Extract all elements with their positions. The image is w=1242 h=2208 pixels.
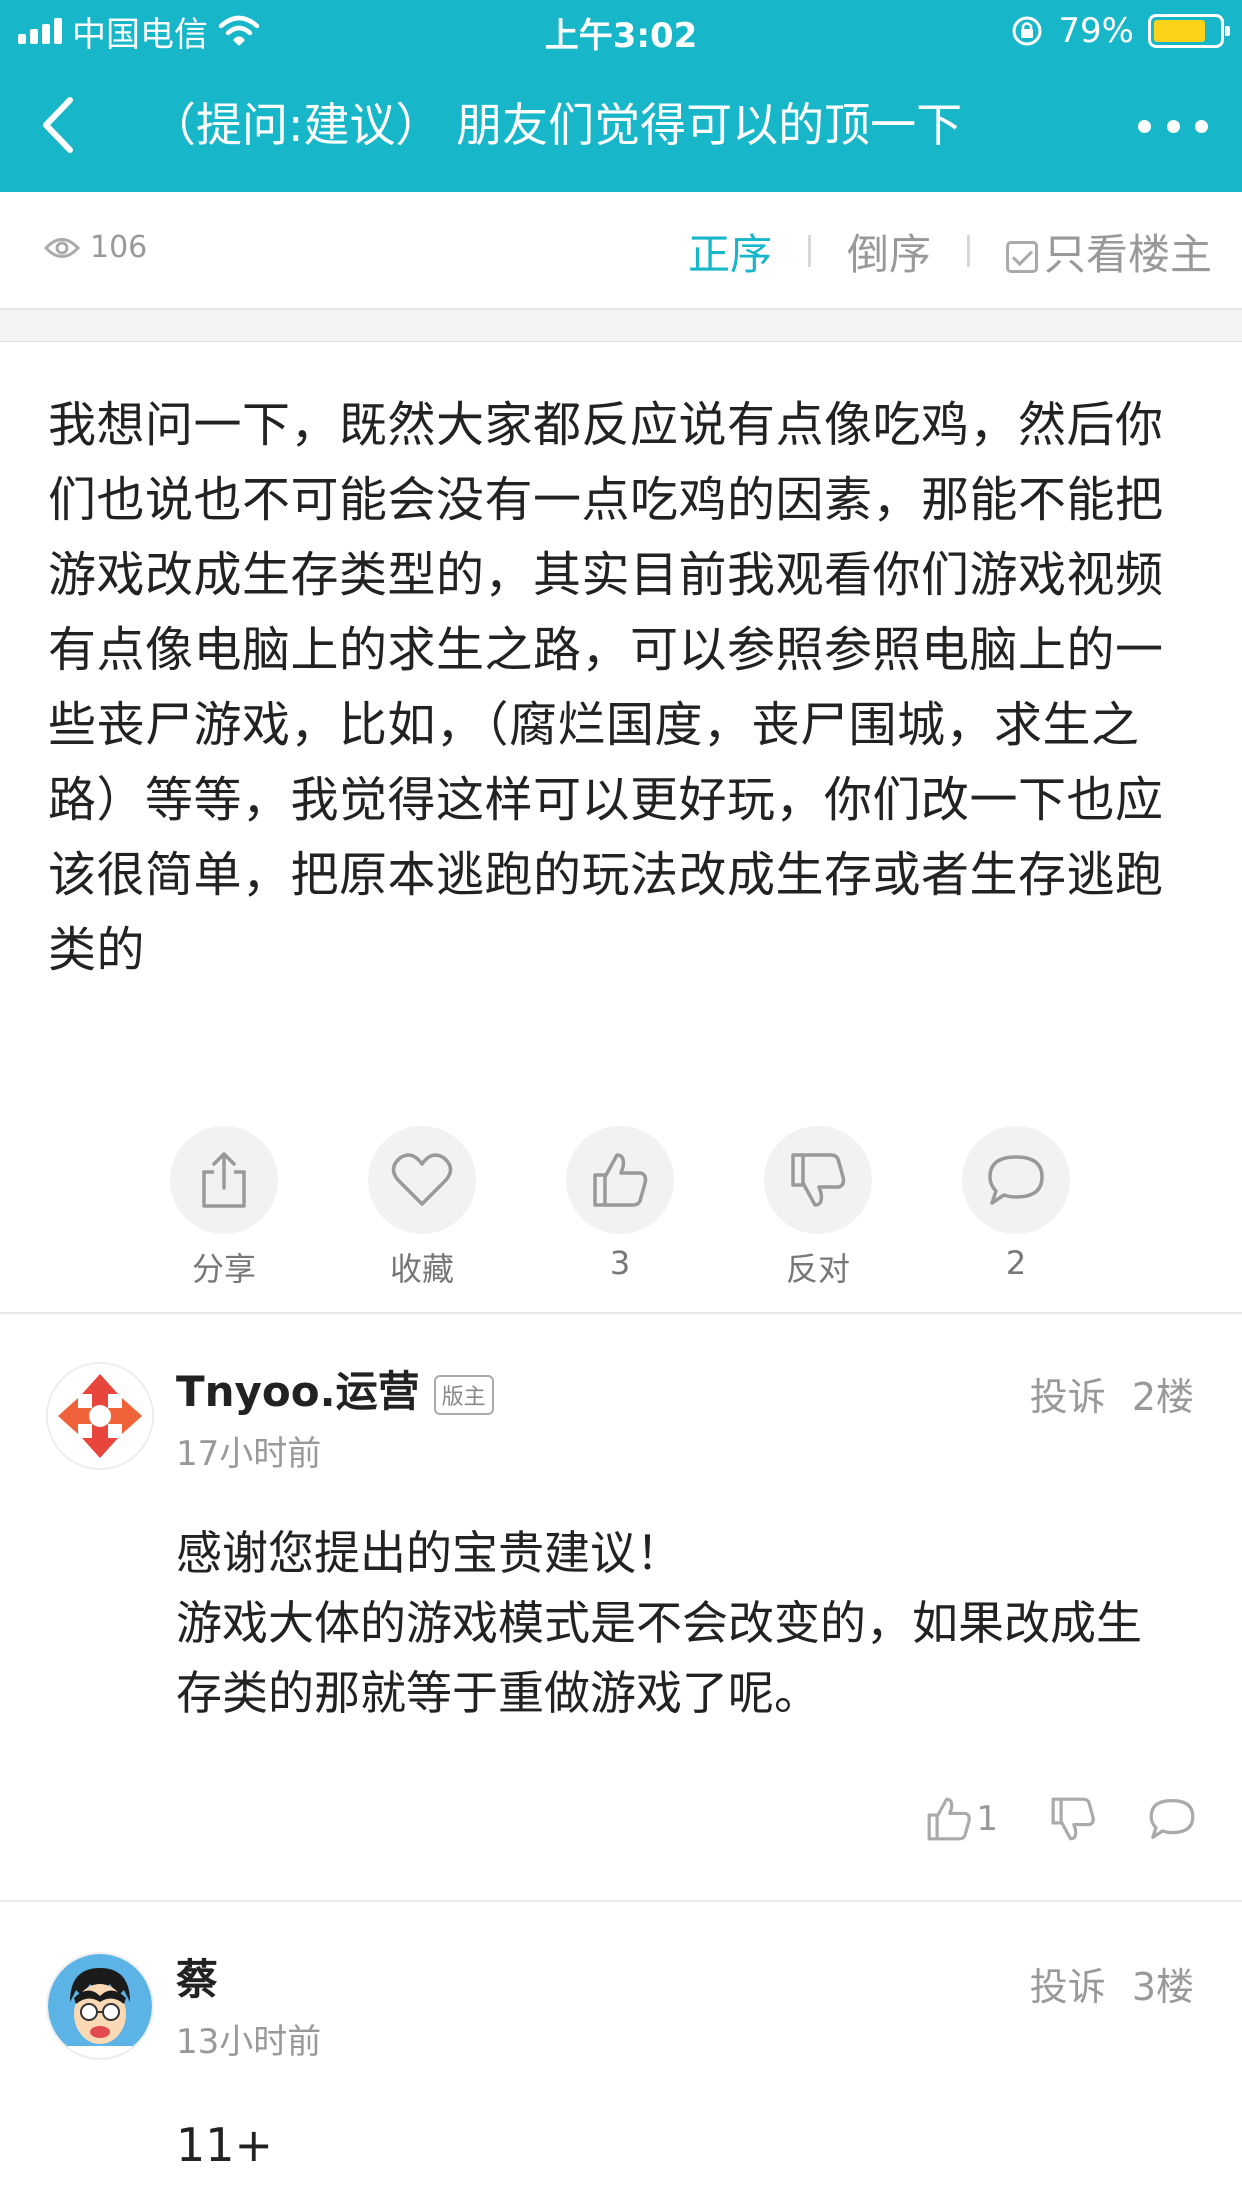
- divider: [807, 235, 811, 267]
- comment-like-button[interactable]: 1: [926, 1796, 998, 1842]
- status-bar: 中国电信 上午3:02 79%: [0, 0, 1242, 62]
- comment-time: 13小时前: [176, 2022, 322, 2062]
- report-link[interactable]: 投诉: [1030, 1965, 1106, 2009]
- chevron-left-icon[interactable]: [26, 90, 96, 160]
- divider: [0, 1900, 1242, 1902]
- page-title: （提问:建议） 朋友们觉得可以的顶一下: [150, 98, 963, 152]
- thumbs-down-icon[interactable]: [1050, 1796, 1096, 1842]
- share-icon: [202, 1152, 246, 1208]
- post-actions: 分享 收藏 3 反对 2: [0, 1126, 1242, 1288]
- divider: [0, 1312, 1242, 1314]
- thumbs-down-icon: [791, 1153, 846, 1207]
- share-label: 分享: [191, 1250, 256, 1288]
- sort-bar: 106 正序 倒序 只看楼主: [0, 192, 1242, 310]
- comment-item: Tnyoo.运营 版主 17小时前 投诉 2楼 感谢您提出的宝贵建议！ 游戏大体的游…: [0, 1350, 1242, 1900]
- oppose-label: 反对: [785, 1250, 850, 1288]
- avatar[interactable]: [46, 1362, 154, 1470]
- favorite-button[interactable]: 收藏: [362, 1126, 482, 1290]
- eye-icon: [44, 237, 80, 258]
- oppose-button[interactable]: 反对: [758, 1126, 878, 1290]
- moderator-badge: 版主: [433, 1374, 494, 1415]
- comment-author[interactable]: 蔡: [176, 1946, 218, 2007]
- reply-icon[interactable]: [1148, 1797, 1196, 1841]
- view-count: 106: [44, 230, 147, 265]
- nav-bar: （提问:建议） 朋友们觉得可以的顶一下: [0, 62, 1242, 192]
- comment-icon: [988, 1155, 1044, 1205]
- battery-icon: [1148, 14, 1230, 48]
- comment-button[interactable]: 2: [956, 1126, 1076, 1282]
- like-button[interactable]: 3: [560, 1126, 680, 1282]
- favorite-label: 收藏: [389, 1250, 454, 1288]
- cartoon-face-avatar-icon: [48, 1954, 152, 2058]
- post-body: 我想问一下，既然大家都反应说有点像吃鸡，然后你们也说也不可能会没有一点吃鸡的因素…: [48, 397, 1164, 978]
- rotation-lock-icon: [1012, 16, 1042, 46]
- share-button[interactable]: 分享: [164, 1126, 284, 1290]
- avatar[interactable]: [46, 1952, 154, 2060]
- comment-like-count: 1: [976, 1799, 998, 1839]
- battery-level: [1154, 20, 1205, 42]
- thumbs-up-icon: [927, 1797, 972, 1841]
- status-right: 79%: [1010, 8, 1230, 54]
- battery-percent: 79%: [1058, 11, 1134, 51]
- comment-text: 11+: [176, 2118, 274, 2172]
- floor-number: 2楼: [1131, 1375, 1194, 1419]
- view-count-value: 106: [90, 230, 148, 265]
- moderator-logo-icon: [48, 1364, 152, 1468]
- owner-only-toggle[interactable]: 只看楼主: [1005, 221, 1212, 282]
- more-dots-icon[interactable]: [1138, 98, 1208, 154]
- comment-meta: 投诉 2楼: [1030, 1366, 1194, 1421]
- comment-count: 2: [1005, 1244, 1027, 1282]
- top-bar: 中国电信 上午3:02 79% （提问:建议） 朋友们觉得可以的顶一下: [0, 0, 1242, 192]
- sort-desc-tab[interactable]: 倒序: [847, 221, 931, 282]
- comment-time: 17小时前: [176, 1434, 322, 1474]
- comment-author[interactable]: Tnyoo.运营 版主: [176, 1358, 494, 1419]
- comment-actions: 1: [926, 1796, 1196, 1842]
- checkbox-icon: [1005, 241, 1038, 273]
- divider: [966, 235, 970, 267]
- floor-number: 3楼: [1131, 1965, 1194, 2009]
- sort-options: 正序 倒序 只看楼主: [688, 216, 1212, 286]
- comment-text: 感谢您提出的宝贵建议！ 游戏大体的游戏模式是不会改变的，如果改成生存类的那就等于…: [176, 1526, 1142, 1720]
- heart-icon: [391, 1153, 453, 1206]
- like-count: 3: [609, 1244, 631, 1282]
- comment-item: 蔡 13小时前 投诉 3楼 11+: [0, 1940, 1242, 2208]
- report-link[interactable]: 投诉: [1030, 1375, 1106, 1419]
- sort-asc-tab[interactable]: 正序: [688, 221, 772, 282]
- owner-only-label: 只看楼主: [1043, 229, 1212, 279]
- comment-meta: 投诉 3楼: [1030, 1956, 1194, 2011]
- thumbs-up-icon: [593, 1153, 648, 1207]
- section-gap: [0, 310, 1242, 342]
